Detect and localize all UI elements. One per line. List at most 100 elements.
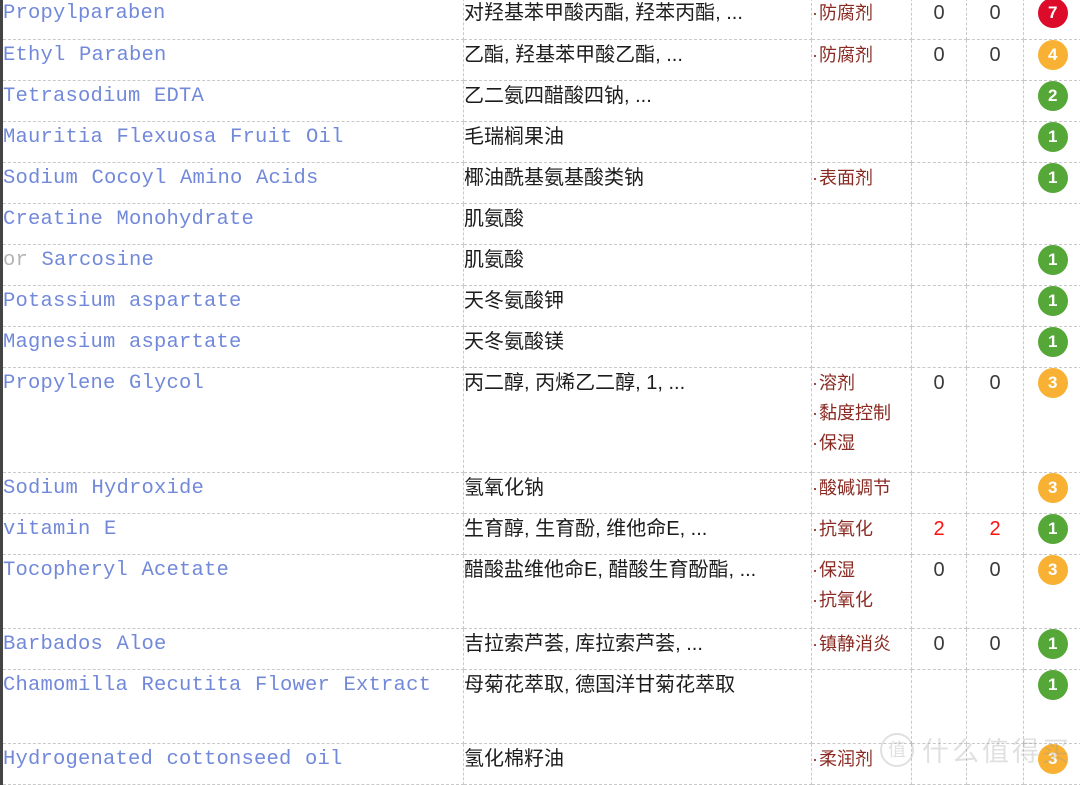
cell-inci-name[interactable]: Sodium Cocoyl Amino Acids — [1, 162, 464, 204]
cell-risk-1: 0 — [911, 554, 967, 629]
table-row[interactable]: vitamin E生育醇, 生育酚, 维他命E, ...抗氧化221 — [1, 513, 1080, 555]
table-row[interactable]: Potassium aspartate 天冬氨酸钾 1 — [1, 285, 1080, 327]
cell-inci-name[interactable]: Creatine Monohydrate — [1, 203, 464, 245]
cell-risk-2: 0 — [966, 554, 1024, 629]
table-row[interactable]: Ethyl Paraben乙酯, 羟基苯甲酸乙酯, ...防腐剂004 — [1, 39, 1080, 81]
function-tag[interactable]: 保湿 — [812, 555, 911, 585]
cell-score: 7 — [1023, 0, 1080, 40]
cell-chinese-name: 天冬氨酸钾 — [463, 285, 812, 327]
cell-risk-1 — [911, 203, 967, 245]
function-tag[interactable]: 抗氧化 — [812, 514, 911, 544]
cell-inci-name[interactable]: Magnesium aspartate — [1, 326, 464, 368]
function-tag[interactable]: 防腐剂 — [812, 0, 911, 28]
table-row[interactable]: Sodium Hydroxide氢氧化钠酸碱调节 3 — [1, 472, 1080, 514]
function-tag[interactable]: 防腐剂 — [812, 40, 911, 70]
function-tag[interactable]: 镇静消炎 — [812, 629, 911, 659]
inci-name-text: Sarcosine — [41, 248, 155, 272]
function-tag[interactable]: 柔润剂 — [812, 744, 911, 774]
cell-score: 4 — [1023, 39, 1080, 81]
cell-chinese-name: 对羟基苯甲酸丙酯, 羟苯丙酯, ... — [463, 0, 812, 40]
cell-inci-name[interactable]: Propylparaben — [1, 0, 464, 40]
cell-inci-name[interactable]: Potassium aspartate — [1, 285, 464, 327]
table-row[interactable]: Tocopheryl Acetate醋酸盐维他命E, 醋酸生育酚酯, ...保湿… — [1, 554, 1080, 629]
cell-inci-name[interactable]: Chamomilla Recutita Flower Extract — [1, 669, 464, 744]
cell-functions: 镇静消炎 — [811, 628, 912, 670]
cell-inci-name[interactable]: Tocopheryl Acetate — [1, 554, 464, 629]
cell-inci-name[interactable]: Tetrasodium EDTA — [1, 80, 464, 122]
table-row[interactable]: Creatine Monohydrate 肌氨酸 — [1, 203, 1080, 245]
score-badge[interactable]: 7 — [1037, 0, 1068, 28]
score-badge[interactable]: 1 — [1037, 326, 1068, 357]
table-row[interactable]: Propylene Glycol丙二醇, 丙烯乙二醇, 1, ...溶剂黏度控制… — [1, 367, 1080, 473]
table-row[interactable]: or Sarcosine 肌氨酸 1 — [1, 244, 1080, 286]
score-badge[interactable]: 1 — [1037, 121, 1068, 152]
cell-risk-1: 2 — [911, 513, 967, 555]
score-badge[interactable]: 3 — [1037, 743, 1068, 774]
table-row[interactable]: Hydrogenated cottonseed oil氢化棉籽油柔润剂 3 — [1, 743, 1080, 785]
score-badge[interactable]: 1 — [1037, 513, 1068, 544]
cell-risk-2 — [966, 472, 1024, 514]
score-badge[interactable]: 2 — [1037, 80, 1068, 111]
cell-functions — [811, 326, 912, 368]
cell-risk-1 — [911, 743, 967, 785]
score-badge[interactable]: 1 — [1037, 628, 1068, 659]
cell-inci-name[interactable]: Barbados Aloe — [1, 628, 464, 670]
score-badge[interactable]: 3 — [1037, 554, 1068, 585]
score-badge[interactable]: 1 — [1037, 669, 1068, 700]
table-row[interactable]: Mauritia Flexuosa Fruit Oil 毛瑞榈果油 1 — [1, 121, 1080, 163]
cell-functions — [811, 80, 912, 122]
cell-risk-1 — [911, 244, 967, 286]
score-badge[interactable]: 1 — [1037, 162, 1068, 193]
cell-chinese-name: 肌氨酸 — [463, 244, 812, 286]
cell-inci-name[interactable]: Sodium Hydroxide — [1, 472, 464, 514]
cell-chinese-name: 肌氨酸 — [463, 203, 812, 245]
cell-risk-2 — [966, 162, 1024, 204]
function-tag[interactable]: 表面剂 — [812, 163, 911, 193]
cell-chinese-name: 吉拉索芦荟, 库拉索芦荟, ... — [463, 628, 812, 670]
table-row[interactable]: Barbados Aloe吉拉索芦荟, 库拉索芦荟, ...镇静消炎001 — [1, 628, 1080, 670]
cell-inci-name[interactable]: Propylene Glycol — [1, 367, 464, 473]
cell-functions: 保湿抗氧化 — [811, 554, 912, 629]
score-badge[interactable]: 1 — [1037, 285, 1068, 316]
cell-chinese-name: 母菊花萃取, 德国洋甘菊花萃取 — [463, 669, 812, 744]
cell-risk-1: 0 — [911, 367, 967, 473]
table-row[interactable]: Tetrasodium EDTA 乙二氨四醋酸四钠, ... 2 — [1, 80, 1080, 122]
cell-score — [1023, 203, 1080, 245]
cell-functions — [811, 203, 912, 245]
cell-inci-name[interactable]: Hydrogenated cottonseed oil — [1, 743, 464, 785]
cell-inci-name[interactable]: or Sarcosine — [1, 244, 464, 286]
function-tag[interactable]: 酸碱调节 — [812, 473, 911, 503]
cell-functions: 表面剂 — [811, 162, 912, 204]
score-badge[interactable]: 3 — [1037, 472, 1068, 503]
function-tag[interactable]: 抗氧化 — [812, 585, 911, 615]
cell-chinese-name: 氢化棉籽油 — [463, 743, 812, 785]
cell-risk-2 — [966, 244, 1024, 286]
cell-inci-name[interactable]: vitamin E — [1, 513, 464, 555]
cell-risk-1: 0 — [911, 628, 967, 670]
score-badge[interactable]: 4 — [1037, 39, 1068, 70]
cell-score: 1 — [1023, 628, 1080, 670]
function-tag[interactable]: 保湿 — [812, 428, 911, 458]
ingredient-table: Propylparaben对羟基苯甲酸丙酯, 羟苯丙酯, ...防腐剂007Et… — [0, 0, 1080, 785]
table-row[interactable]: Propylparaben对羟基苯甲酸丙酯, 羟苯丙酯, ...防腐剂007 — [1, 0, 1080, 40]
cell-inci-name[interactable]: Ethyl Paraben — [1, 39, 464, 81]
cell-risk-2: 0 — [966, 367, 1024, 473]
cell-risk-1: 0 — [911, 39, 967, 81]
cell-risk-2 — [966, 326, 1024, 368]
table-row[interactable]: Magnesium aspartate 天冬氨酸镁 1 — [1, 326, 1080, 368]
cell-inci-name[interactable]: Mauritia Flexuosa Fruit Oil — [1, 121, 464, 163]
cell-functions — [811, 285, 912, 327]
score-badge[interactable]: 3 — [1037, 367, 1068, 398]
cell-score: 3 — [1023, 554, 1080, 629]
score-badge[interactable]: 1 — [1037, 244, 1068, 275]
cell-score: 3 — [1023, 472, 1080, 514]
cell-risk-1 — [911, 121, 967, 163]
cell-risk-2 — [966, 121, 1024, 163]
cell-risk-2 — [966, 203, 1024, 245]
table-row[interactable]: Chamomilla Recutita Flower Extract 母菊花萃取,… — [1, 669, 1080, 744]
table-row[interactable]: Sodium Cocoyl Amino Acids椰油酰基氨基酸类钠表面剂 1 — [1, 162, 1080, 204]
cell-risk-1 — [911, 669, 967, 744]
function-tag[interactable]: 黏度控制 — [812, 398, 911, 428]
cell-functions: 抗氧化 — [811, 513, 912, 555]
function-tag[interactable]: 溶剂 — [812, 368, 911, 398]
